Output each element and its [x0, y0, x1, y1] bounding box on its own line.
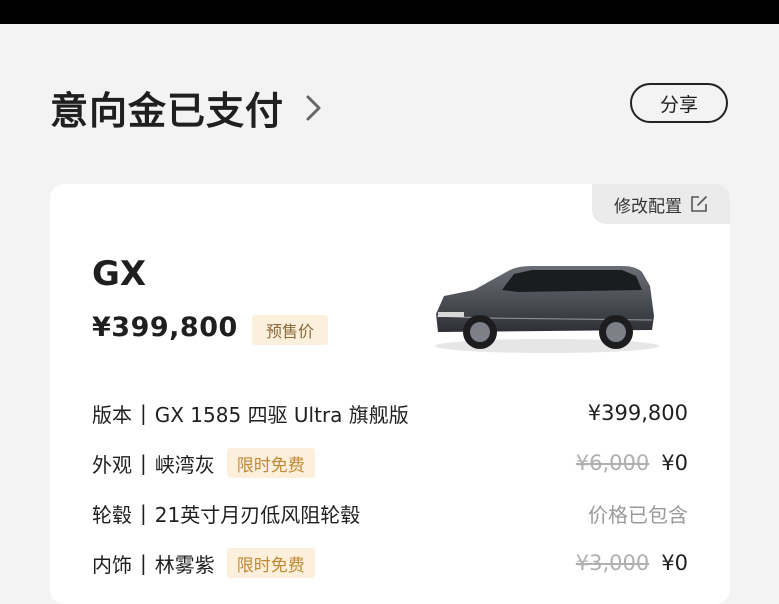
row-price: ¥0 — [661, 551, 688, 575]
row-label: 外观 — [92, 452, 132, 477]
config-row-exterior: 外观 | 峡湾灰 限时免费 ¥6,000 ¥0 — [92, 446, 688, 480]
row-price: ¥0 — [661, 451, 688, 475]
config-row-version: 版本 | GX 1585 四驱 Ultra 旗舰版 ¥399,800 — [92, 396, 688, 430]
model-name: GX — [92, 254, 147, 294]
original-price: ¥3,000 — [575, 551, 650, 575]
car-image — [435, 266, 659, 353]
row-separator: | — [140, 501, 147, 525]
modify-config-label: 修改配置 — [614, 196, 682, 217]
config-row-interior: 内饰 | 林雾紫 限时免费 ¥3,000 ¥0 — [92, 546, 688, 580]
edit-icon — [691, 196, 707, 212]
row-separator: | — [140, 401, 147, 425]
page-title[interactable]: 意向金已支付 — [50, 80, 326, 135]
total-price: ¥399,800 — [92, 312, 238, 343]
row-separator: | — [140, 451, 147, 475]
status-bar — [0, 0, 779, 24]
row-separator: | — [140, 551, 147, 575]
row-value: 21英寸月刃低风阻轮毂 — [154, 502, 361, 527]
row-value: GX 1585 四驱 Ultra 旗舰版 — [154, 402, 409, 427]
row-label: 版本 — [92, 402, 132, 427]
page-title-text: 意向金已支付 — [50, 89, 285, 133]
row-price: ¥399,800 — [587, 401, 688, 425]
row-label: 内饰 — [92, 552, 132, 577]
share-button[interactable]: 分享 — [630, 83, 728, 123]
config-row-wheels: 轮毂 | 21英寸月刃低风阻轮毂 价格已包含 — [92, 496, 688, 530]
promo-badge: 限时免费 — [226, 548, 315, 578]
original-price: ¥6,000 — [575, 451, 650, 475]
row-value: 峡湾灰 — [154, 452, 215, 477]
promo-badge: 限时免费 — [226, 448, 315, 478]
row-label: 轮毂 — [92, 502, 132, 527]
row-value: 林雾紫 — [154, 552, 215, 577]
modify-config-button[interactable]: 修改配置 — [592, 184, 730, 224]
chevron-right-icon — [306, 95, 321, 120]
order-card: 修改配置 GX ¥399,800 预售价 版本 | GX 1585 四驱 Ult… — [50, 184, 730, 604]
presale-badge: 预售价 — [252, 315, 329, 345]
row-price-included: 价格已包含 — [588, 502, 688, 527]
